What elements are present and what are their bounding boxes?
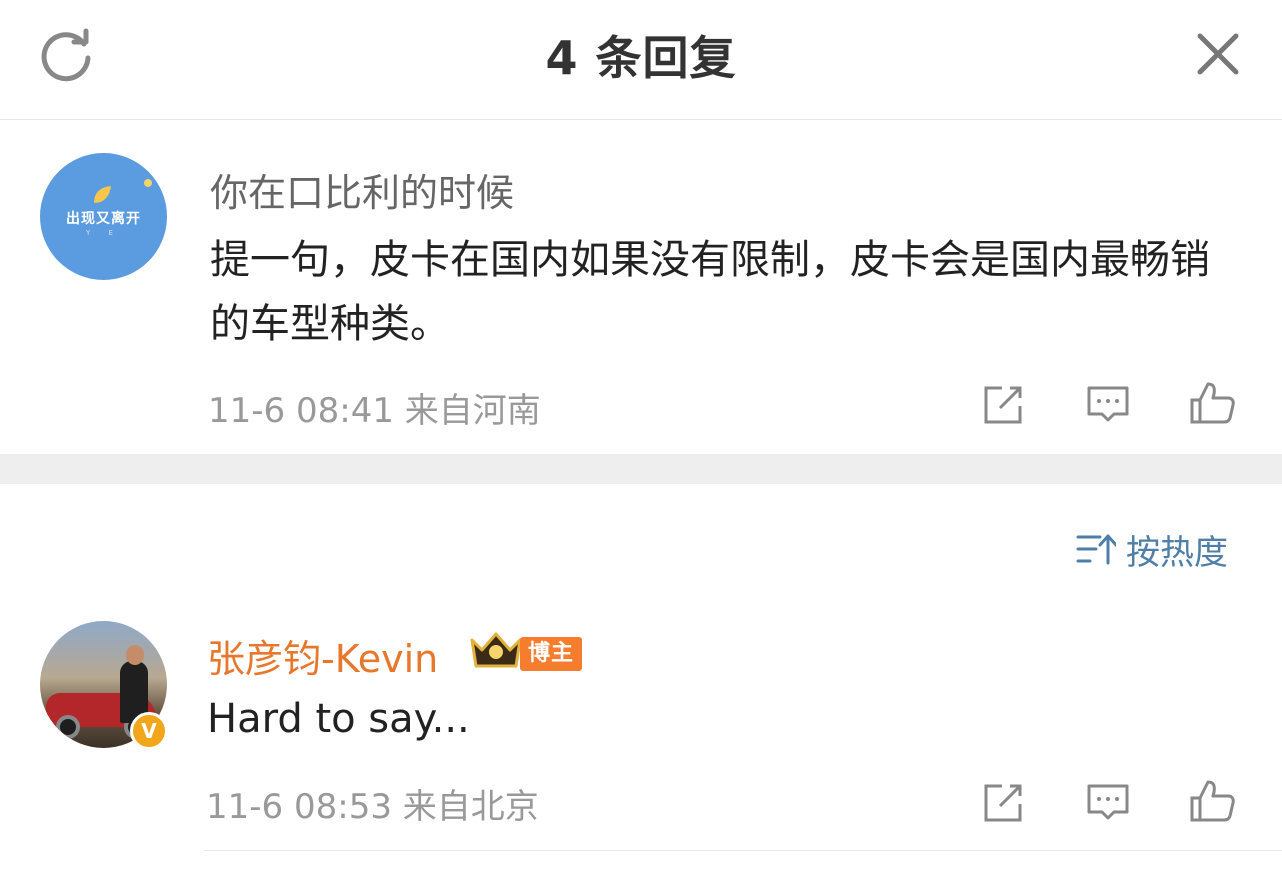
comment-icon[interactable] xyxy=(1084,778,1132,826)
page-title: 4 条回复 xyxy=(545,31,737,85)
reply-username[interactable]: 张彦钧-Kevin xyxy=(207,628,438,683)
header-bar: 4 条回复 xyxy=(0,0,1282,120)
crown-icon xyxy=(470,632,522,668)
reply-text: Hard to say... xyxy=(207,696,470,742)
sort-label: 按热度 xyxy=(1126,532,1228,573)
avatar[interactable]: 出现又离开 Y E xyxy=(40,153,167,280)
like-icon[interactable] xyxy=(1188,378,1236,426)
sort-toggle[interactable]: 按热度 xyxy=(1076,526,1228,573)
share-icon[interactable] xyxy=(980,380,1028,428)
leaf-icon xyxy=(94,186,111,203)
dot-decoration xyxy=(144,179,152,187)
comment-username[interactable]: 你在口比利的时候 xyxy=(210,162,514,217)
like-icon[interactable] xyxy=(1188,776,1236,824)
avatar-subtext: Y E xyxy=(86,229,121,237)
section-divider xyxy=(0,454,1282,484)
row-divider xyxy=(204,850,1282,851)
comment-meta: 11-6 08:41 来自河南 xyxy=(208,391,541,431)
comment-icon[interactable] xyxy=(1084,380,1132,428)
reply-meta: 11-6 08:53 来自北京 xyxy=(206,787,539,827)
comment-text: 提一句，皮卡在国内如果没有限制，皮卡会是国内最畅销的车型种类。 xyxy=(210,237,1210,347)
verified-badge: V xyxy=(130,712,168,750)
sort-icon xyxy=(1076,534,1116,565)
author-badge: 博主 xyxy=(520,637,582,671)
close-icon[interactable] xyxy=(1192,28,1244,80)
share-icon[interactable] xyxy=(980,778,1028,826)
avatar-text: 出现又离开 xyxy=(66,211,141,227)
